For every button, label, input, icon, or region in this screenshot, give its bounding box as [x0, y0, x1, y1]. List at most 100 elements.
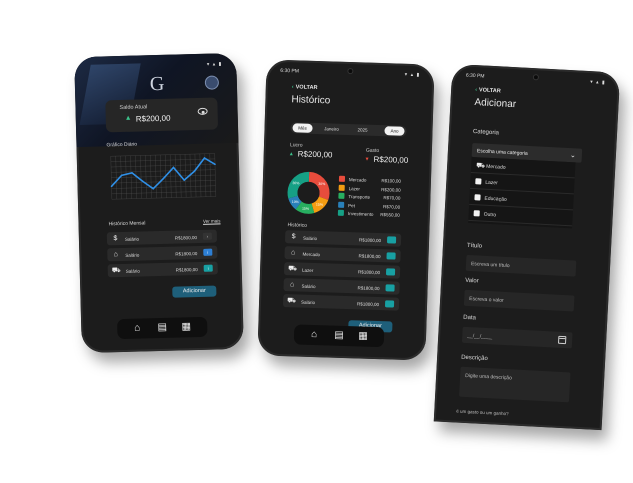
legend-item: Investimento R$550,00 [337, 209, 402, 219]
row-label: Salário [303, 235, 318, 241]
checkbox[interactable] [474, 194, 481, 201]
cart-icon: ⛟ [287, 297, 297, 305]
dollar-icon: $ [291, 233, 296, 241]
history-row[interactable]: ⛟ Salário R$1800,00 [282, 294, 400, 311]
description-input[interactable]: Digite uma descrição [459, 366, 571, 403]
grid-line-horizontal [111, 190, 216, 195]
legend-swatch [338, 192, 345, 199]
title-input[interactable]: Escreva um título [465, 254, 577, 277]
row-info-button[interactable] [385, 284, 395, 292]
back-button[interactable]: ‹ VOLTAR [475, 87, 501, 94]
category-donut-chart: 30%15%15%10%30% [287, 171, 330, 214]
history-list-title: Histórico [287, 222, 308, 229]
arrow-up-icon: ▴ [289, 151, 293, 158]
year-select[interactable]: 2025 [352, 125, 372, 135]
calendar-icon[interactable] [557, 335, 567, 345]
bottom-nav: ⌂ ▤ ▦ [117, 316, 208, 340]
series-line [110, 157, 216, 190]
category-legend: Mercado R$100,00 Lazer R$200,00 Transporte R$… [267, 59, 435, 218]
profit-label: Lucro [289, 142, 303, 149]
mockup-scene: ▾ ▴ ▮ G Saldo Atual ▲ R$200,00 Gráfico D… [0, 0, 633, 483]
see-more-link[interactable]: Ver mais [203, 218, 221, 223]
checkbox[interactable] [475, 178, 482, 185]
chevron-down-icon: ⌄ [569, 152, 577, 160]
row-info-button[interactable] [385, 268, 396, 276]
date-input[interactable]: __/__/____ [461, 326, 573, 349]
add-button[interactable]: Adicionar [172, 285, 217, 298]
value-input[interactable]: Escreva o valor [463, 289, 575, 312]
value-placeholder: Escreva o valor [469, 295, 504, 304]
balance-label: Saldo Atual [119, 104, 148, 112]
phone-history: 6:30 PM ▾ ▴ ▮ ‹ VOLTAR Histórico Mês Jane… [257, 59, 435, 361]
category-dropdown: ⛟ Mercado Lazer Educação Outro [468, 156, 576, 229]
grid-line-horizontal [110, 158, 215, 162]
value-label: Valor [464, 277, 479, 285]
history-row[interactable]: ⛟ Lazer R$1800,00 [283, 262, 401, 279]
row-value: R$1800,00 [175, 250, 198, 257]
back-button[interactable]: ‹ VOLTAR [292, 84, 318, 91]
row-info-button[interactable] [386, 252, 396, 260]
legend-swatch [338, 184, 345, 191]
row-info-button[interactable] [386, 236, 397, 244]
bottom-nav: ⌂ ▤ ▦ [293, 324, 385, 348]
grid-line-horizontal [111, 174, 216, 178]
home-icon[interactable]: ⌂ [308, 329, 320, 341]
row-label: Salário [301, 283, 316, 289]
home-icon[interactable]: ⌂ [131, 322, 143, 334]
row-value: R$1800,00 [358, 236, 382, 243]
grid-line-horizontal [111, 180, 216, 184]
row-info-button[interactable] [384, 300, 395, 308]
year-toggle[interactable]: Ano [384, 126, 405, 136]
slice-label: 30% [318, 182, 325, 186]
legend-swatch [337, 209, 345, 216]
history-list: $ Salário R$1800,00 ⌂ Mercado R$1800,00 ⛟ Lazer… [267, 59, 435, 311]
slice-label: 10% [292, 200, 299, 204]
document-icon[interactable]: ▤ [333, 330, 345, 342]
history-row[interactable]: ⌂ Salário R$1800,00 i [107, 245, 218, 262]
balance-card: Saldo Atual ▲ R$200,00 [105, 97, 219, 133]
row-value: R$1800,00 [175, 266, 198, 273]
legend-value: R$200,00 [381, 186, 401, 193]
history-row[interactable]: ⌂ Salário R$1800,00 [283, 278, 400, 295]
legend-name: Lazer [348, 185, 361, 191]
grid-line-horizontal [111, 196, 216, 200]
row-action-button[interactable]: › [202, 232, 212, 240]
legend-swatch [338, 175, 346, 182]
calendar-icon[interactable]: ▦ [357, 330, 369, 342]
daily-line-chart [110, 153, 216, 200]
legend-item: Transporte R$70,00 [338, 192, 402, 202]
checkbox[interactable] [473, 210, 480, 217]
document-icon[interactable]: ▤ [156, 322, 168, 334]
status-icons: ▾ ▴ ▮ [589, 79, 606, 86]
history-row[interactable]: $ Salário R$1800,00 [284, 230, 402, 247]
house-icon: ⌂ [289, 281, 295, 289]
row-value: R$1800,00 [174, 234, 197, 241]
month-toggle[interactable]: Mês [292, 123, 313, 133]
description-placeholder: Digite uma descrição [465, 372, 512, 381]
legend-swatch [338, 201, 345, 208]
row-info-button[interactable]: i [203, 248, 213, 256]
row-label: Lazer [302, 267, 314, 273]
cart-icon: ⛟ [476, 162, 486, 170]
back-label: VOLTAR [295, 84, 318, 92]
month-select[interactable]: Janeiro [318, 124, 344, 134]
status-icons: ▾ ▴ ▮ [404, 71, 421, 79]
row-label: Salário [125, 252, 140, 258]
history-row[interactable]: ⛟ Salário R$1800,00 i [107, 261, 218, 278]
expense-value: R$200,00 [373, 154, 409, 165]
row-label: Salário [124, 236, 140, 242]
calendar-icon[interactable]: ▦ [180, 321, 192, 333]
arrow-down-icon: ▾ [365, 156, 369, 163]
status-time: 6:30 PM [465, 72, 485, 80]
row-info-button[interactable]: i [203, 264, 213, 272]
legend-item: Lazer R$200,00 [338, 184, 403, 193]
legend-name: Pet [348, 202, 355, 208]
history-row[interactable]: $ Salário R$1800,00 › [106, 229, 218, 246]
option-label: Outro [483, 211, 497, 218]
history-row[interactable]: ⌂ Mercado R$1800,00 [284, 246, 401, 263]
eye-icon[interactable] [197, 107, 208, 115]
legend-name: Mercado [348, 177, 367, 183]
row-value: R$1800,00 [357, 284, 380, 291]
back-label: VOLTAR [478, 87, 501, 95]
page-title: Histórico [291, 94, 331, 107]
